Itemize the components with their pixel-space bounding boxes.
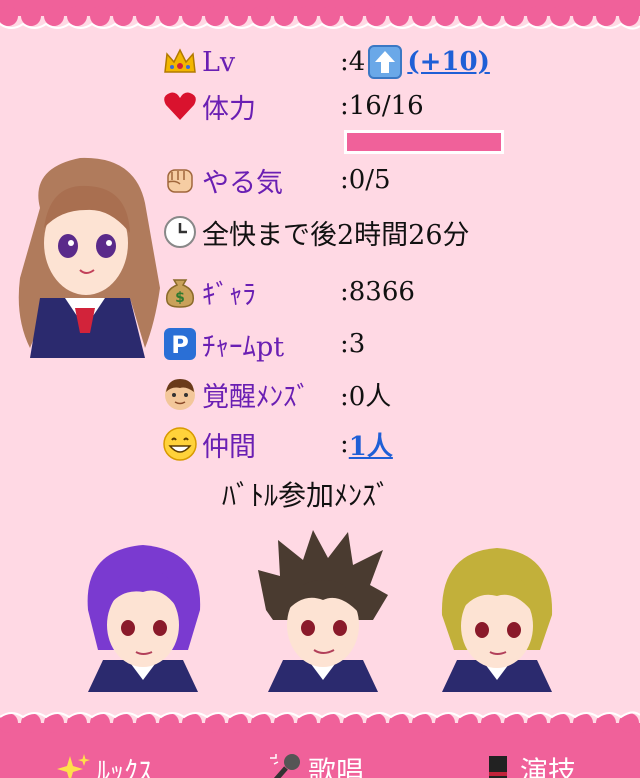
friends-count-link[interactable]: 1人 xyxy=(349,426,393,463)
nav-looks-label: ﾙｯｸｽ xyxy=(96,755,153,778)
friends-value: : 1人 xyxy=(340,426,393,463)
fist-icon xyxy=(167,169,193,193)
friends-row: 仲間 : 1人 xyxy=(162,424,393,464)
up-arrow-icon[interactable] xyxy=(367,44,403,80)
top-lace-border xyxy=(0,0,640,30)
heart-icon xyxy=(164,92,196,120)
svg-text:P: P xyxy=(171,331,189,359)
hp-bar xyxy=(344,130,504,154)
level-bonus-link[interactable]: (+10) xyxy=(407,47,490,77)
player-avatar[interactable] xyxy=(10,148,162,358)
bottom-nav: ﾙｯｸｽ 歌唱 演技 xyxy=(0,742,640,778)
recovery-row: 全快まで後2時間26分 xyxy=(162,212,470,252)
nav-looks[interactable]: ﾙｯｸｽ xyxy=(56,750,152,778)
nav-singing-label: 歌唱 xyxy=(308,755,365,778)
top-hat-icon xyxy=(489,756,507,778)
friends-label: 仲間 xyxy=(202,431,256,463)
level-value: :4 (+10) xyxy=(340,44,490,80)
nav-acting[interactable]: 演技 xyxy=(480,750,576,778)
hp-bar-fill xyxy=(347,133,501,151)
recovery-text: 全快まで後2時間26分 xyxy=(202,219,470,251)
hp-row: 体力 :16/16 xyxy=(162,86,424,126)
nav-singing[interactable]: 歌唱 xyxy=(268,750,364,778)
parking-p-icon: P xyxy=(164,328,196,360)
nav-acting-label: 演技 xyxy=(520,755,577,778)
battle-member-2-avatar[interactable] xyxy=(258,530,388,692)
charm-row: P ﾁｬｰﾑpt :3 xyxy=(162,324,365,364)
boy-face-icon xyxy=(165,379,195,410)
svg-text:$: $ xyxy=(175,290,185,306)
charm-label: ﾁｬｰﾑpt xyxy=(202,331,285,363)
battle-member-3-avatar[interactable] xyxy=(432,540,562,692)
motivation-label: やる気 xyxy=(202,167,283,199)
microphone-icon xyxy=(270,754,300,778)
level-row: Lv :4 (+10) xyxy=(162,42,490,82)
battle-member-1-avatar[interactable] xyxy=(78,540,208,692)
money-bag-icon: $ xyxy=(165,279,195,308)
awakened-label: 覚醒ﾒﾝｽﾞ xyxy=(202,381,310,413)
level-label: Lv xyxy=(202,46,236,78)
gyara-label: ｷﾞｬﾗ xyxy=(202,279,256,311)
hp-value: :16/16 xyxy=(340,91,424,121)
charm-value: :3 xyxy=(340,329,366,359)
awakened-row: 覚醒ﾒﾝｽﾞ :0人 xyxy=(162,374,391,414)
gyara-row: $ ｷﾞｬﾗ :8366 xyxy=(162,272,415,312)
battle-members-title: ﾊﾞﾄﾙ参加ﾒﾝｽﾞ xyxy=(222,479,391,512)
crown-icon xyxy=(164,48,196,73)
gyara-value: :8366 xyxy=(340,277,415,307)
clock-icon xyxy=(164,216,196,248)
motivation-value: :0/5 xyxy=(340,165,391,195)
hp-label: 体力 xyxy=(202,93,256,125)
grin-face-icon xyxy=(163,427,197,461)
sparkles-icon xyxy=(57,754,90,778)
awakened-value: :0人 xyxy=(340,381,392,412)
motivation-row: やる気 :0/5 xyxy=(162,160,391,200)
level-number: :4 xyxy=(340,47,366,77)
friends-prefix: : xyxy=(340,429,349,459)
